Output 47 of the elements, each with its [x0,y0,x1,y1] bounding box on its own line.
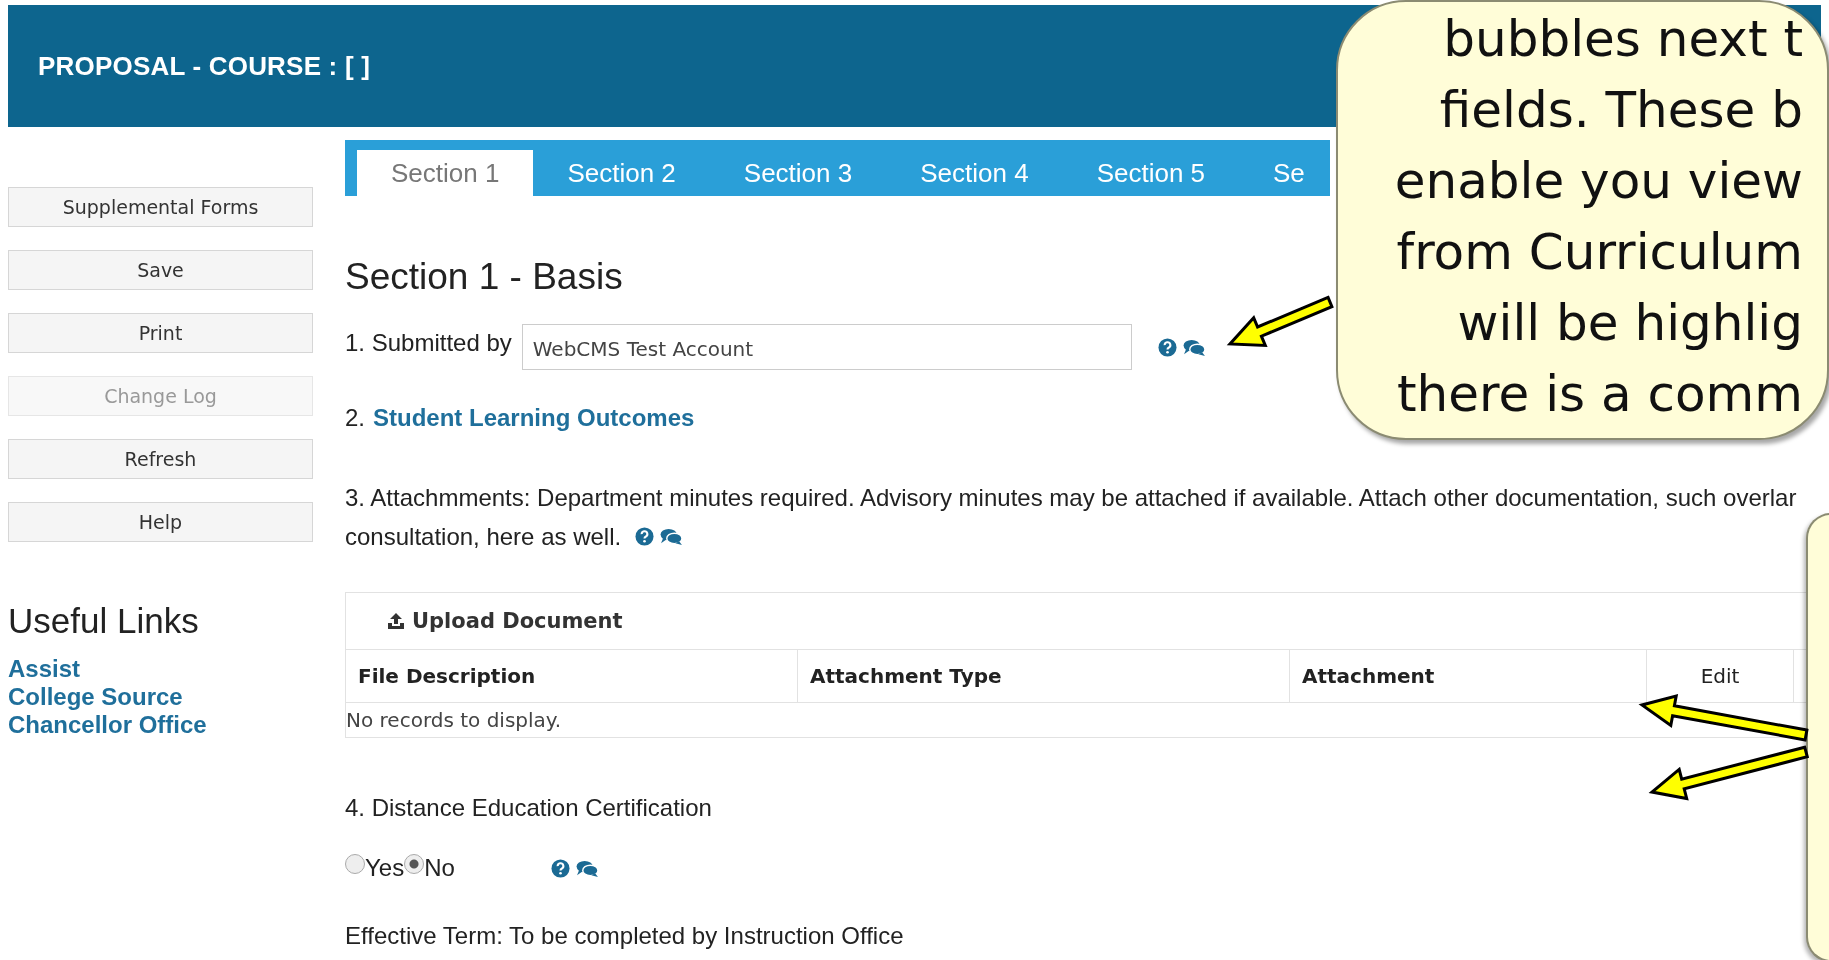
section-tab[interactable]: Section 4 [886,150,1063,196]
comments-icon[interactable] [575,858,599,878]
section-heading: Section 1 - Basis [345,256,623,298]
radio-label: No [424,854,455,882]
callout-text: enable you view [1394,151,1804,212]
sidebar-button[interactable]: Print [8,313,313,353]
upload-icon [386,611,406,631]
attachments-description: 3. Attachmments: Department minutes required. Advisory minutes may be attached if available. Attach other documentation, such overlar [345,483,1797,513]
radio-button[interactable] [404,854,425,874]
text-field[interactable]: WebCMS Test Account [521,324,1132,370]
useful-link[interactable]: Chancellor Office [8,711,207,739]
useful-link[interactable]: Assist [8,655,81,683]
field-label: 4. Distance Education Certification [345,794,713,822]
radio-label: Yes [365,854,405,882]
section-tab[interactable]: Section 3 [709,150,887,196]
page-title: PROPOSAL - COURSE : [ ] [38,50,371,82]
field-label: 1. Submitted by [345,329,512,357]
sidebar-button[interactable]: Supplemental Forms [8,187,313,227]
comments-icon[interactable] [660,527,684,546]
useful-link[interactable]: College Source [8,683,183,711]
column-header: Attachment [1290,650,1647,702]
help-icon[interactable] [635,527,655,546]
attachments-description: consultation, here as well. [345,522,622,552]
column-header: Attachment Type [798,650,1290,702]
callout-text: from Curriculum [1396,222,1804,283]
sidebar-button[interactable]: Help [8,502,313,542]
outcomes-link[interactable]: Student Learning Outcomes [373,404,695,432]
callout-text: there is a comm [1396,364,1804,425]
sidebar-button[interactable]: Refresh [8,439,313,479]
item-number: 2. [345,404,365,432]
callout-text: fields. These b [1439,80,1804,141]
callout-text: bubbles next t [1443,9,1804,70]
comments-icon[interactable] [1182,337,1206,357]
column-header: File Description [346,650,798,702]
section-tab[interactable]: Section 2 [533,150,710,196]
upload-button[interactable]: Upload Document [386,609,623,633]
callout-text: will be highlig [1457,293,1804,354]
section-tab[interactable]: Section 5 [1062,150,1240,196]
radio-button[interactable] [345,854,365,874]
links-heading: Useful Links [8,601,200,641]
section-tab[interactable]: Se [1239,150,1305,196]
empty-message: No records to display. [346,708,562,732]
help-icon[interactable] [1157,337,1177,357]
section-tab[interactable]: Section 1 [357,150,534,196]
sidebar-button[interactable]: Save [8,250,313,290]
help-icon[interactable] [550,858,570,878]
effective-term-text: Effective Term: To be completed by Instruction Office [345,922,905,950]
